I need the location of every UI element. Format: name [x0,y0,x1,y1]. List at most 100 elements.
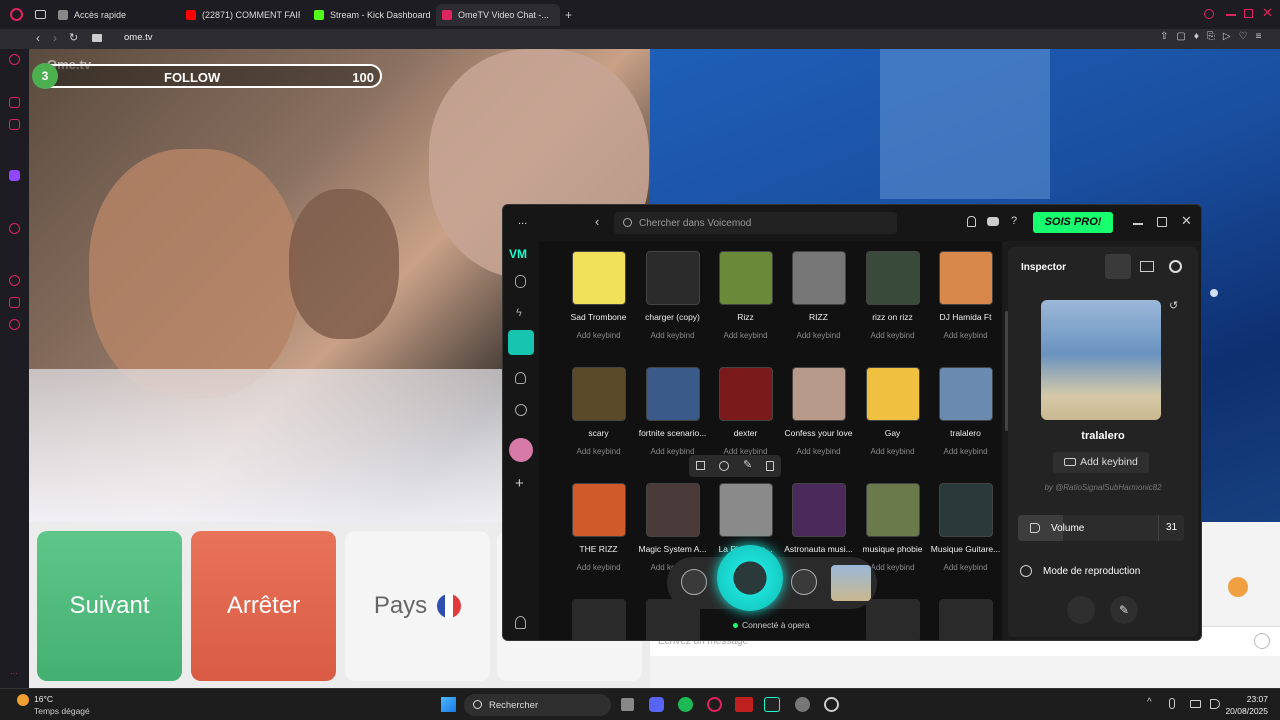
help-icon[interactable]: ? [1011,215,1017,227]
sound-card[interactable]: charger (copy) Add keybind [636,251,709,367]
discord-app-icon[interactable] [649,697,664,712]
sidebar-twitch-icon[interactable] [9,170,20,181]
add-keybind-link[interactable]: Add keybind [636,331,709,340]
add-keybind-link[interactable]: Add keybind [856,447,929,456]
sound-card[interactable]: DJ Hamida Ft Add keybind [929,251,1002,367]
country-button[interactable]: Pays [345,531,490,681]
add-keybind-link[interactable]: Add keybind [782,447,855,456]
opera-app-icon[interactable] [707,697,722,712]
voice-changer-icon[interactable] [515,275,526,288]
sidebar-app-icon[interactable] [9,54,20,65]
sidebar-player-icon[interactable] [9,223,20,234]
delete-icon[interactable] [766,461,774,471]
profile-icon[interactable] [515,616,526,629]
settings-icon[interactable] [515,404,527,416]
close-window-button[interactable]: ✕ [1262,5,1273,21]
soundboard-icon[interactable] [508,330,534,355]
back-button[interactable]: ‹ [595,214,599,229]
obs-app-icon[interactable] [824,697,839,712]
effects-icon[interactable]: ϟ [516,307,522,319]
lab-icon[interactable] [515,372,526,384]
sound-card[interactable]: rizz on rizz Add keybind [856,251,929,367]
inspector-settings-tab[interactable] [1105,254,1131,279]
active-voice-thumb[interactable] [831,565,871,601]
vm-close-button[interactable]: ✕ [1181,213,1192,229]
search-tabs-icon[interactable] [1204,9,1214,19]
sound-card[interactable]: Gay Add keybind [856,367,929,483]
vm-maximize-button[interactable] [1157,217,1167,227]
record-icon[interactable] [1169,260,1182,273]
globe-icon[interactable] [719,461,729,471]
menu-button[interactable]: ... [518,215,527,227]
add-keybind-link[interactable]: Add keybind [562,331,635,340]
start-button[interactable] [441,697,456,712]
tab-kick[interactable]: Stream - Kick Dashboard [308,4,432,26]
edit-sound-button[interactable]: ✎ [1110,596,1138,624]
kick-app-icon[interactable] [735,697,753,712]
sidebar-history-icon[interactable] [9,275,20,286]
sound-card[interactable]: tralalero Add keybind [929,367,1002,483]
tab-quick-access[interactable]: Accès rapide [52,4,172,26]
weather-desc[interactable]: Temps dégagé [34,706,90,716]
add-keybind-button[interactable]: Add keybind [1053,452,1149,473]
add-keybind-link[interactable]: Add keybind [562,447,635,456]
sound-thumbnail[interactable] [939,599,993,640]
discord-icon[interactable] [987,217,999,226]
vm-minimize-button[interactable] [1133,223,1143,225]
clock-time[interactable]: 23:07 [1232,694,1268,704]
hear-myself-button[interactable] [791,569,817,595]
voicemod-app-icon[interactable] [764,697,780,712]
taskview-icon[interactable] [621,698,634,711]
reload-icon[interactable]: ↻ [69,31,78,44]
add-keybind-link[interactable]: Add keybind [929,563,1002,572]
voicemod-search-input[interactable]: Chercher dans Voicemod [614,212,897,234]
sidebar-settings-icon[interactable] [9,319,20,330]
sidebar-mail-icon[interactable] [9,119,20,130]
add-soundboard-icon[interactable]: + [515,475,524,492]
stop-button[interactable]: Arrêter [191,531,336,681]
add-keybind-link[interactable]: Add keybind [709,331,782,340]
restore-button[interactable] [1244,9,1253,18]
minimize-button[interactable] [1226,14,1236,16]
weather-temp[interactable]: 16°C [34,694,53,704]
go-pro-button[interactable]: SOIS PRO! [1033,212,1113,233]
book-icon[interactable] [1140,261,1154,272]
sidebar-messenger-icon[interactable] [9,97,20,108]
add-keybind-link[interactable]: Add keybind [782,331,855,340]
tab-islands-icon[interactable] [35,10,46,19]
sound-card[interactable]: Musique Guitare... Add keybind [929,483,1002,599]
opera-logo-icon[interactable] [10,8,23,21]
tab-youtube[interactable]: (22871) COMMENT FAIRE [180,4,300,26]
tray-chevron-icon[interactable]: ^ [1147,697,1152,708]
tray-network-icon[interactable] [1190,700,1201,708]
add-keybind-link[interactable]: Add keybind [562,563,635,572]
sound-card[interactable]: Sad Trombone Add keybind [562,251,635,367]
soundboard-avatar[interactable] [509,438,533,462]
sidebar-more-icon[interactable]: ··· [10,669,18,678]
notification-icon[interactable] [967,216,976,227]
emoji-icon[interactable] [1254,633,1270,649]
sidebar-extensions-icon[interactable] [9,297,20,308]
new-tab-button[interactable]: + [565,8,572,22]
sound-icon[interactable] [696,461,705,470]
sound-card[interactable]: scary Add keybind [562,367,635,483]
mic-button[interactable] [717,545,783,611]
sound-card[interactable]: RIZZ Add keybind [782,251,855,367]
add-keybind-link[interactable]: Add keybind [856,331,929,340]
sound-card[interactable]: Rizz Add keybind [709,251,782,367]
url-field[interactable]: ome.tv [124,32,153,43]
sound-thumbnail[interactable] [572,599,626,640]
taskbar-search[interactable]: Rechercher [464,694,611,716]
add-keybind-link[interactable]: Add keybind [929,331,1002,340]
tab-ometv[interactable]: OmeTV Video Chat -... [436,4,560,26]
tray-mic-icon[interactable] [1169,698,1175,709]
back-icon[interactable]: ‹ [36,31,40,45]
playback-mode[interactable]: Mode de reproduction [1018,562,1188,582]
power-button[interactable] [681,569,707,595]
volume-control[interactable]: Volume 31 [1018,515,1184,541]
add-keybind-link[interactable]: Add keybind [929,447,1002,456]
next-button[interactable]: Suivant [37,531,182,681]
reset-icon[interactable]: ↺ [1169,299,1178,312]
tray-volume-icon[interactable] [1210,699,1220,709]
clock-date[interactable]: 20/08/2025 [1224,706,1268,716]
